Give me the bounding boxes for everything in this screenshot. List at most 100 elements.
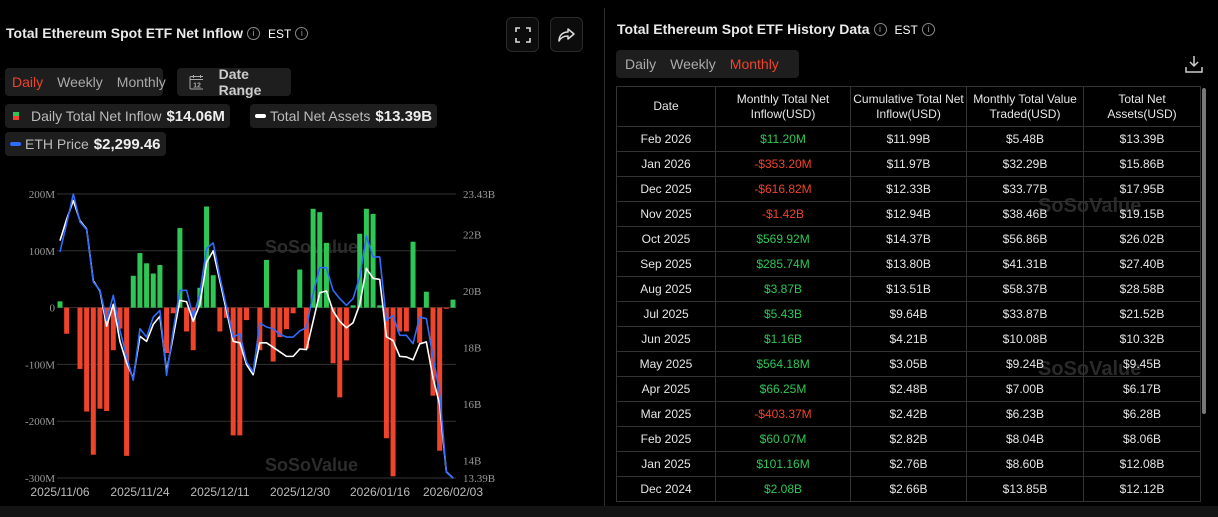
tab-monthly[interactable]: Monthly bbox=[723, 56, 786, 72]
y-right-tick-label: 23.43B bbox=[463, 189, 495, 201]
inflow-bar bbox=[130, 275, 136, 308]
table-row: Aug 2025 $3.87B $13.51B $58.37B $28.58B bbox=[616, 276, 1201, 302]
history-table: Date Monthly Total Net Inflow(USD) Cumulat… bbox=[616, 86, 1201, 502]
table-cell: $19.15B bbox=[1083, 201, 1201, 227]
calendar-icon: 12 bbox=[189, 75, 203, 90]
column-header: Monthly Total Net Inflow(USD) bbox=[715, 86, 851, 127]
table-cell: $8.60B bbox=[966, 451, 1084, 477]
column-header: Total Net Assets(USD) bbox=[1083, 86, 1201, 127]
net-inflow-chart: 200M 100M 0 -100M -200M -300M 23.43B 22B 20B 18B 1… bbox=[25, 189, 495, 499]
inflow-bar bbox=[217, 307, 223, 332]
legend-daily-inflow[interactable]: Daily Total Net Inflow $14.06M bbox=[5, 104, 230, 128]
table-row: Nov 2025 -$1.42B $12.94B $38.46B $19.15B bbox=[616, 201, 1201, 227]
y-tick-label: -300M bbox=[25, 473, 55, 485]
table-cell: $11.97B bbox=[850, 151, 967, 177]
x-tick-label: 2026/01/16 bbox=[350, 485, 410, 499]
inflow-bar bbox=[184, 307, 190, 332]
info-icon[interactable]: i bbox=[295, 27, 309, 41]
y-tick-label: -200M bbox=[25, 416, 55, 428]
legend-value: $2,299.46 bbox=[93, 135, 161, 153]
table-cell: $8.04B bbox=[966, 426, 1084, 452]
inflow-bar bbox=[210, 275, 216, 308]
date-range-button[interactable]: 12 Date Range bbox=[177, 66, 291, 98]
table-cell: $32.29B bbox=[966, 151, 1084, 177]
inflow-bar bbox=[144, 263, 150, 308]
inflow-bar bbox=[137, 253, 143, 308]
table-cell: $56.86B bbox=[966, 226, 1084, 252]
table-cell: $17.95B bbox=[1083, 176, 1201, 202]
svg-text:12: 12 bbox=[193, 83, 201, 90]
table-cell: Sep 2025 bbox=[616, 251, 716, 277]
line-legend-icon bbox=[255, 114, 266, 118]
tab-weekly[interactable]: Weekly bbox=[50, 74, 110, 90]
tab-daily[interactable]: Daily bbox=[618, 56, 663, 72]
inflow-bar bbox=[390, 307, 396, 477]
inflow-bar bbox=[370, 213, 376, 308]
table-cell: $13.85B bbox=[966, 476, 1084, 502]
column-header: Date bbox=[616, 86, 716, 127]
table-cell: Jul 2025 bbox=[616, 301, 716, 327]
inflow-bar bbox=[64, 307, 70, 334]
table-cell: Mar 2025 bbox=[616, 401, 716, 427]
table-cell: $6.28B bbox=[1083, 401, 1201, 427]
table-cell: $5.48B bbox=[966, 126, 1084, 152]
tab-weekly[interactable]: Weekly bbox=[663, 56, 723, 72]
inflow-bar bbox=[84, 307, 90, 412]
inflow-bar bbox=[177, 228, 183, 308]
table-cell: -$1.42B bbox=[715, 201, 851, 227]
table-scrollbar[interactable] bbox=[1202, 88, 1206, 414]
y-tick-label: -100M bbox=[25, 359, 55, 371]
info-icon[interactable]: i bbox=[873, 23, 887, 37]
y-tick-label: 200M bbox=[29, 189, 56, 201]
table-cell: Jun 2025 bbox=[616, 326, 716, 352]
table-cell: Feb 2026 bbox=[616, 126, 716, 152]
table-cell: -$353.20M bbox=[715, 151, 851, 177]
info-icon[interactable]: i bbox=[921, 23, 935, 37]
legend-eth-price[interactable]: ETH Price $2,299.46 bbox=[5, 132, 166, 156]
fullscreen-button[interactable] bbox=[506, 17, 539, 52]
table-cell: $41.31B bbox=[966, 251, 1084, 277]
inflow-bar bbox=[403, 307, 409, 332]
table-cell: Apr 2025 bbox=[616, 376, 716, 402]
inflow-bar bbox=[77, 307, 83, 369]
timezone-label: EST bbox=[267, 26, 292, 41]
column-header: Cumulative Total Net Inflow(USD) bbox=[850, 86, 967, 127]
tab-monthly[interactable]: Monthly bbox=[110, 74, 173, 90]
table-cell: $10.32B bbox=[1083, 326, 1201, 352]
y-right-tick-label: 18B bbox=[463, 343, 481, 355]
legend-value: $14.06M bbox=[166, 107, 225, 125]
table-cell: $2.48B bbox=[850, 376, 967, 402]
tab-daily[interactable]: Daily bbox=[5, 74, 50, 90]
table-cell: $101.16M bbox=[715, 451, 851, 477]
table-cell: $7.00B bbox=[966, 376, 1084, 402]
line-legend-icon bbox=[10, 142, 21, 146]
date-range-label: Date Range bbox=[218, 66, 262, 98]
table-cell: $15.86B bbox=[1083, 151, 1201, 177]
download-icon[interactable] bbox=[1185, 55, 1203, 73]
table-cell: $8.06B bbox=[1083, 426, 1201, 452]
table-cell: $21.52B bbox=[1083, 301, 1201, 327]
inflow-bar bbox=[423, 291, 429, 308]
table-cell: $28.58B bbox=[1083, 276, 1201, 302]
inflow-bar bbox=[57, 301, 63, 308]
table-cell: $2.76B bbox=[850, 451, 967, 477]
table-row: Jan 2025 $101.16M $2.76B $8.60B $12.08B bbox=[616, 451, 1201, 477]
share-button[interactable] bbox=[550, 17, 583, 52]
table-cell: Jan 2025 bbox=[616, 451, 716, 477]
x-tick-label: 2025/12/30 bbox=[270, 485, 330, 499]
table-cell: Oct 2025 bbox=[616, 226, 716, 252]
table-cell: Feb 2025 bbox=[616, 426, 716, 452]
table-row: Dec 2024 $2.08B $2.66B $13.85B $12.12B bbox=[616, 476, 1201, 502]
info-icon[interactable]: i bbox=[246, 27, 260, 41]
share-icon bbox=[557, 27, 575, 42]
table-cell: $9.24B bbox=[966, 351, 1084, 377]
table-cell: $13.51B bbox=[850, 276, 967, 302]
table-cell: Jan 2026 bbox=[616, 151, 716, 177]
inflow-bar bbox=[330, 307, 336, 364]
legend-net-assets[interactable]: Total Net Assets $13.39B bbox=[250, 104, 438, 128]
table-cell: $11.20M bbox=[715, 126, 851, 152]
table-cell: Nov 2025 bbox=[616, 201, 716, 227]
y-right-tick-label: 13.39B bbox=[463, 473, 495, 485]
table-cell: $3.05B bbox=[850, 351, 967, 377]
inflow-bar bbox=[237, 307, 243, 436]
